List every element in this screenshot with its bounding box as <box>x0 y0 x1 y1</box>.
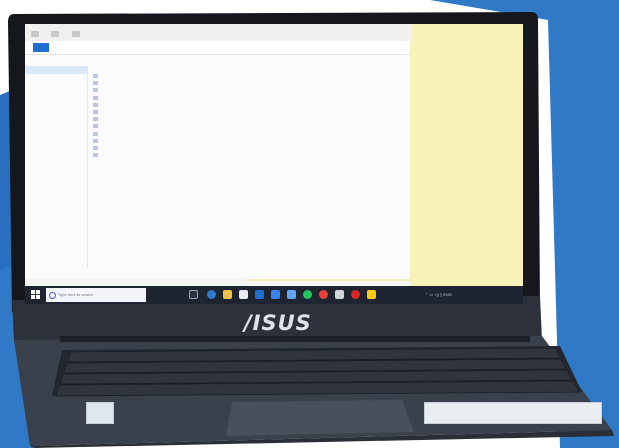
nav-item[interactable] <box>25 74 87 82</box>
file-icon <box>93 81 98 86</box>
file-icon <box>93 88 98 93</box>
explorer-status-bar <box>25 268 410 279</box>
nav-item[interactable] <box>25 122 87 130</box>
windows-start-icon[interactable] <box>31 290 40 299</box>
nav-item[interactable] <box>25 90 87 98</box>
file-list <box>89 66 410 267</box>
table-row[interactable] <box>89 73 410 80</box>
file-icon <box>93 102 98 107</box>
nav-item[interactable] <box>25 114 87 122</box>
app-icon[interactable] <box>287 290 296 299</box>
file-icon <box>93 74 98 79</box>
nav-item[interactable] <box>25 106 87 114</box>
file-icon <box>93 117 98 122</box>
file-icon <box>93 131 98 136</box>
app-icon[interactable] <box>271 290 280 299</box>
table-row[interactable] <box>89 138 410 145</box>
quick-access-icon[interactable] <box>31 31 39 37</box>
file-icon <box>93 153 98 158</box>
file-icon <box>93 109 98 114</box>
nav-item[interactable] <box>25 66 87 74</box>
taskbar: Type here to search ⌃ ▭ ◁) ▯ ENG <box>25 286 523 304</box>
laptop-screen <box>25 24 523 292</box>
task-view-icon[interactable] <box>189 290 198 299</box>
file-explorer-window[interactable] <box>25 24 410 279</box>
address-bar[interactable] <box>25 55 410 64</box>
table-row[interactable] <box>89 80 410 87</box>
spec-sticker <box>424 402 602 424</box>
nav-item[interactable] <box>25 130 87 138</box>
store-icon[interactable] <box>239 290 248 299</box>
nav-item[interactable] <box>25 98 87 106</box>
table-row[interactable] <box>89 116 410 123</box>
chrome-icon[interactable] <box>319 290 328 299</box>
file-list-header <box>89 66 410 73</box>
table-row[interactable] <box>89 152 410 159</box>
search-icon <box>49 292 56 299</box>
app-icon[interactable] <box>335 290 344 299</box>
file-icon <box>93 138 98 143</box>
opera-icon[interactable] <box>351 290 360 299</box>
asus-logo: /ISUS <box>244 311 312 335</box>
intel-sticker <box>86 402 114 424</box>
sticky-note[interactable] <box>411 24 523 292</box>
navigation-pane <box>25 66 88 267</box>
mail-icon[interactable] <box>255 290 264 299</box>
file-icon <box>93 145 98 150</box>
file-icon <box>93 95 98 100</box>
table-row[interactable] <box>89 95 410 102</box>
edge-icon[interactable] <box>207 290 216 299</box>
table-row[interactable] <box>89 102 410 109</box>
table-row[interactable] <box>89 87 410 94</box>
table-row[interactable] <box>89 123 410 130</box>
search-placeholder: Type here to search <box>58 292 94 297</box>
nav-item[interactable] <box>25 82 87 90</box>
app-icon[interactable] <box>303 290 312 299</box>
system-tray[interactable]: ⌃ ▭ ◁) ▯ ENG <box>425 292 452 297</box>
table-row[interactable] <box>89 131 410 138</box>
taskbar-search-box[interactable]: Type here to search <box>46 288 146 302</box>
explorer-titlebar[interactable] <box>25 24 410 42</box>
table-row[interactable] <box>89 109 410 116</box>
sticky-notes-icon[interactable] <box>367 290 376 299</box>
explorer-ribbon <box>25 41 410 55</box>
table-row[interactable] <box>89 145 410 152</box>
file-tab[interactable] <box>33 43 49 52</box>
folder-icon[interactable] <box>71 31 80 37</box>
file-explorer-icon[interactable] <box>223 290 232 299</box>
file-icon <box>93 124 98 129</box>
folder-icon[interactable] <box>51 31 60 37</box>
